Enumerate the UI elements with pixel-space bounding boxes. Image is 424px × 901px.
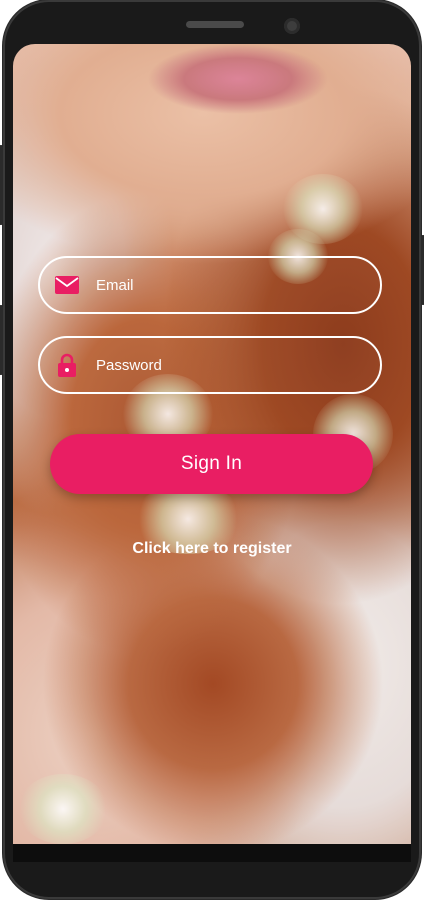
flower-decoration [18, 774, 108, 844]
email-field[interactable] [38, 256, 382, 314]
password-input[interactable] [94, 355, 348, 375]
email-input[interactable] [94, 275, 348, 295]
sign-in-button[interactable]: Sign In [50, 434, 373, 494]
lock-icon [54, 352, 80, 378]
speaker-grille [186, 21, 244, 28]
volume-button [0, 145, 3, 225]
volume-button [0, 305, 3, 375]
front-camera [284, 18, 300, 34]
navigation-bar [13, 844, 411, 862]
envelope-icon [54, 272, 80, 298]
password-field[interactable] [38, 336, 382, 394]
register-link[interactable]: Click here to register [0, 540, 424, 558]
